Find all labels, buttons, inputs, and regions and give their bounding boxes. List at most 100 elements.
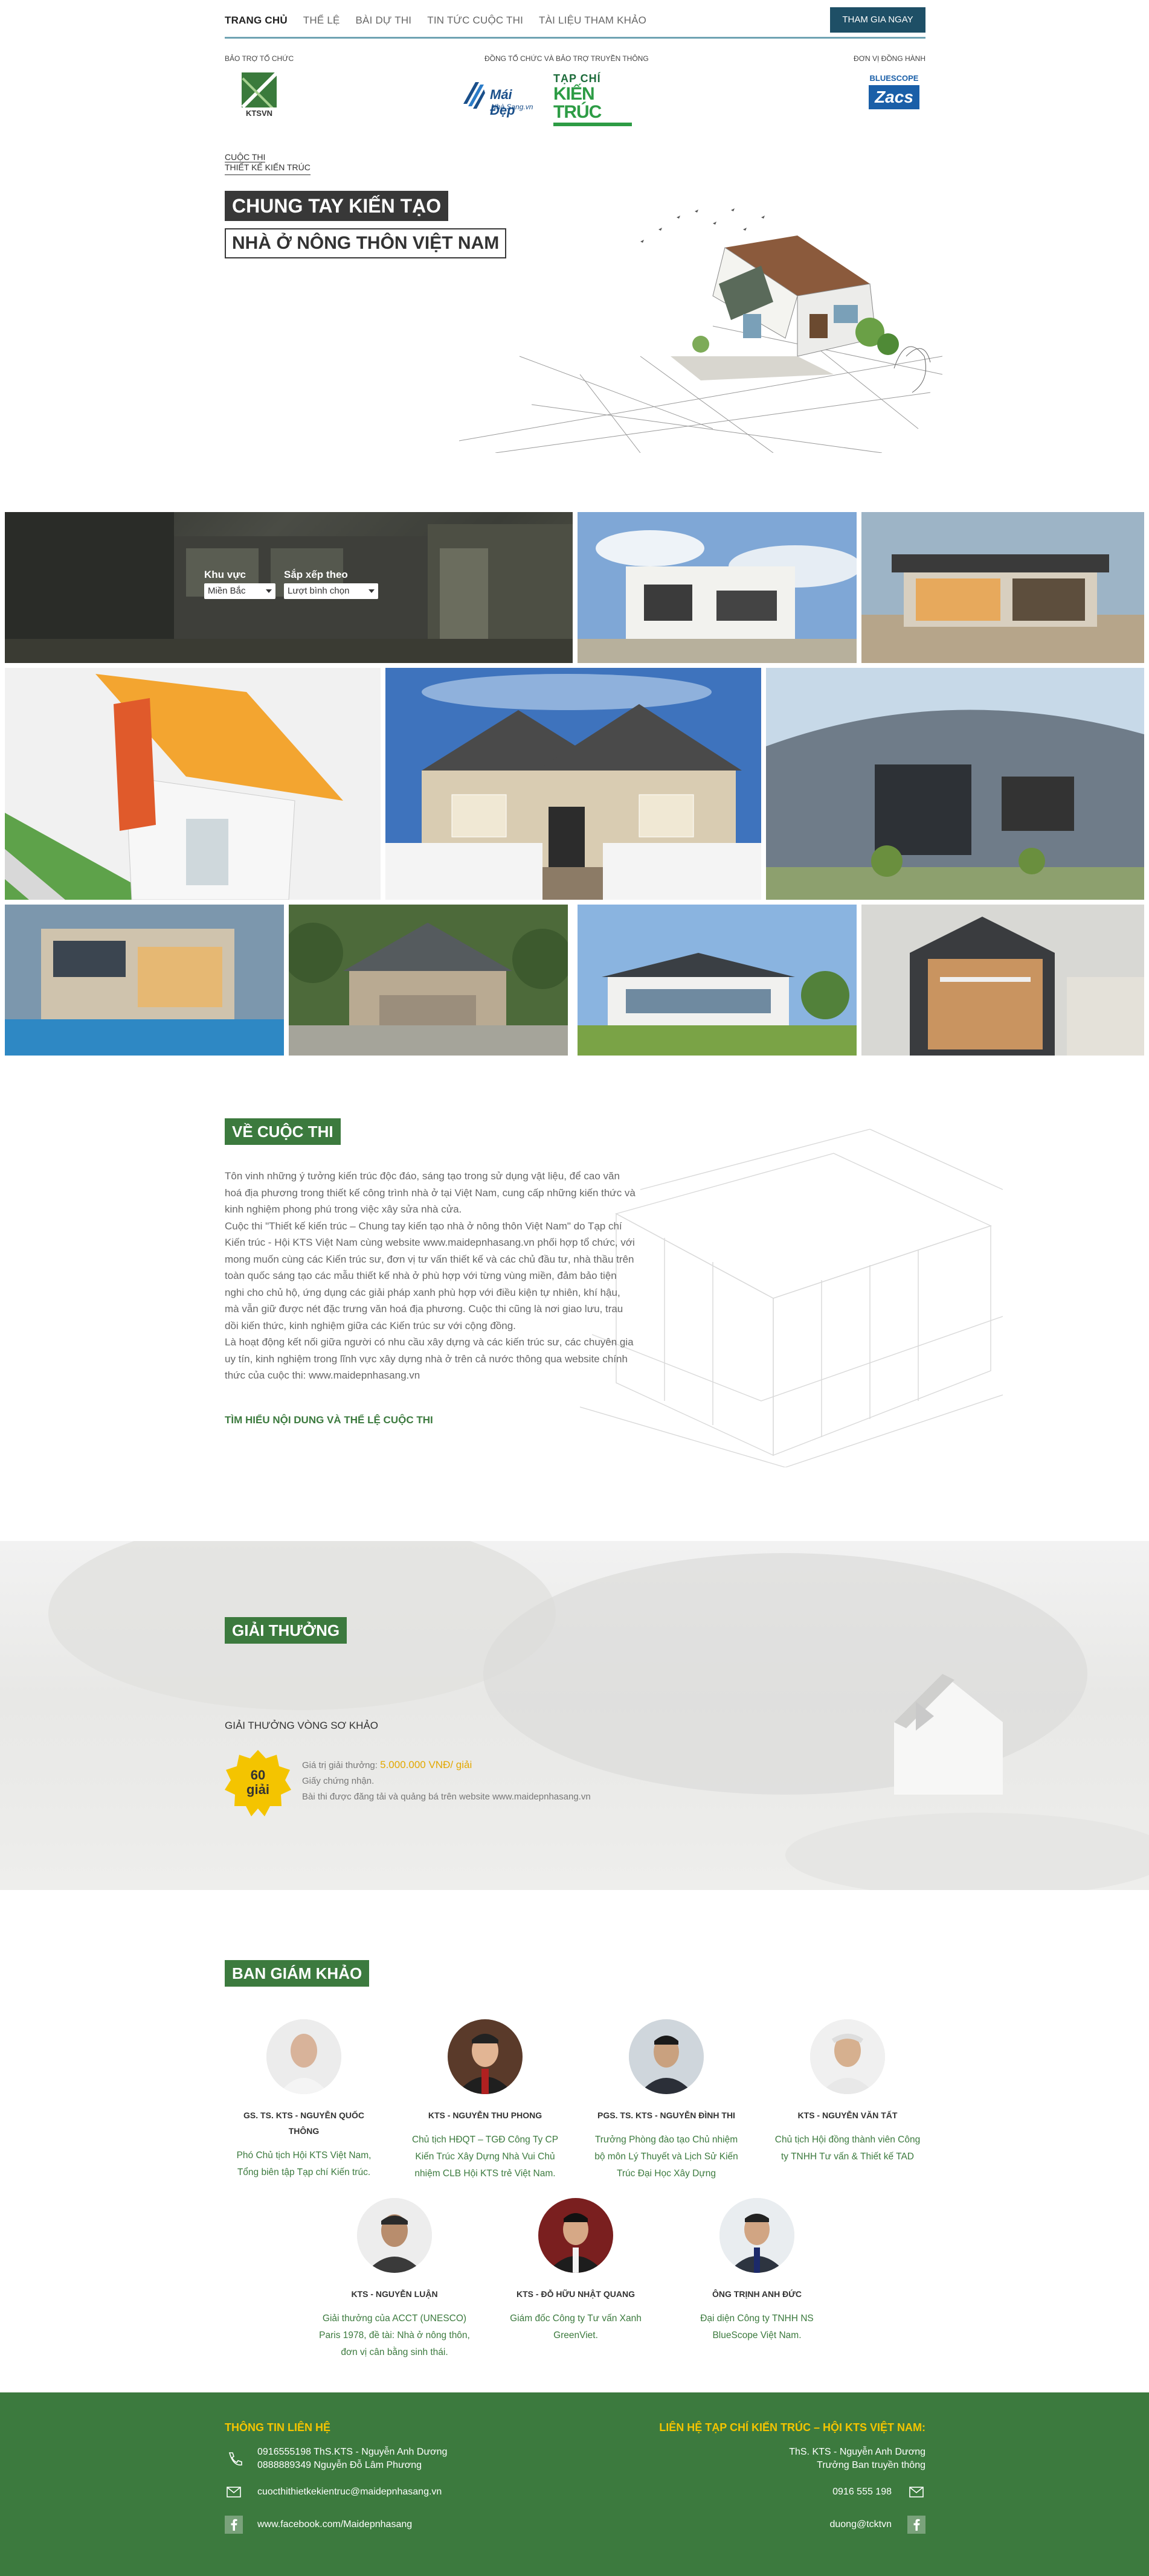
gallery-tile[interactable] [578, 512, 857, 663]
footer-right-person: ThS. KTS - Nguyễn Anh Dương [789, 2447, 925, 2457]
footer-phone[interactable]: 0916555198 ThS.KTS - Nguyễn Anh Dương [257, 2446, 447, 2459]
mail-icon [909, 2487, 924, 2498]
about-title: VỀ CUỘC THI [225, 1118, 341, 1145]
footer-right-title: LIÊN HỆ TẠP CHÍ KIẾN TRÚC – HỘI KTS VIỆT… [659, 2421, 925, 2433]
gallery-tile[interactable] [578, 905, 857, 1056]
about-paragraph: Cuộc thi "Thiết kế kiến trúc – Chung tay… [225, 1220, 635, 1331]
nav-item-news[interactable]: TIN TỨC CUỘC THI [427, 14, 523, 27]
ktsvn-text: KTSVN [245, 109, 273, 118]
judge-name: ÔNG TRỊNH ANH ĐỨC [712, 2289, 802, 2299]
judge-description: Giải thưởng của ACCT (UNESCO) Paris 1978… [319, 2313, 470, 2357]
gallery-tile[interactable] [861, 512, 1144, 663]
footer-email[interactable]: cuocthithietkekientruc@maidepnhasang.vn [257, 2485, 442, 2499]
judge-description: Phó Chủ tịch Hội KTS Việt Nam, Tổng biên… [236, 2150, 372, 2177]
house-image [578, 905, 857, 1056]
zacs-text: Zacs [869, 85, 919, 109]
gallery-tile[interactable] [861, 905, 1144, 1056]
sponsor-label-patron: BẢO TRỢ TỔ CHỨC [225, 54, 294, 63]
award-publish-text: Bài thi được đăng tải và quảng bá trên w… [302, 1792, 591, 1802]
house-image [766, 668, 1144, 900]
footer-right-phone[interactable]: 0916 555 198 [832, 2485, 892, 2499]
hero-subtitle-line2: THIẾT KẾ KIẾN TRÚC [225, 162, 311, 172]
chevron-down-icon [266, 589, 272, 593]
award-round-label: GIẢI THƯỞNG VÒNG SƠ KHẢO [225, 1720, 379, 1731]
gallery-tile[interactable] [289, 905, 568, 1056]
about-paragraph: Là hoạt động kết nối giữa người có nhu c… [225, 1336, 634, 1381]
judge-avatar [629, 2019, 704, 2094]
awards-section: GIẢI THƯỞNG GIẢI THƯỞNG VÒNG SƠ KHẢO 60 … [0, 1541, 1149, 1890]
maidepnhasang-logo[interactable]: Mái Đẹp Nhà Sang.vn [463, 75, 539, 118]
about-section: VỀ CUỘC THI Tôn vinh những ý tưởng kiến … [0, 1081, 1149, 1504]
about-sketch-background [580, 1129, 1003, 1467]
footer-left-title: THÔNG TIN LIÊN HỆ [225, 2421, 330, 2433]
footer-phone[interactable]: 0888889349 Nguyễn Đỗ Lâm Phương [257, 2459, 447, 2472]
judge-avatar [719, 2198, 794, 2273]
learn-more-link[interactable]: TÌM HIỂU NỘI DUNG VÀ THỂ LỆ CUỘC THI [225, 1414, 433, 1426]
nav-item-home[interactable]: TRANG CHỦ [225, 14, 288, 27]
sort-select[interactable]: Lượt bình chọn [284, 583, 378, 599]
award-value-amount: 5.000.000 VNĐ/ giải [380, 1759, 472, 1770]
award-details: Giá trị giải thưởng: 5.000.000 VNĐ/ giải… [302, 1757, 591, 1805]
region-label: Khu vực [204, 569, 246, 580]
hero-title-1: CHUNG TAY KIẾN TẠO [225, 191, 449, 221]
footer-phones: 0916555198 ThS.KTS - Nguyễn Anh Dương 08… [257, 2446, 447, 2472]
judge-avatar [538, 2198, 613, 2273]
bluescope-text: BLUESCOPE [869, 74, 919, 83]
judge-name: KTS - NGUYỄN VĂN TẤT [797, 2110, 898, 2120]
house-image [5, 905, 284, 1056]
kientruc-bar [553, 123, 632, 126]
hero-subtitle: CUỘC THI THIẾT KẾ KIẾN TRÚC [225, 152, 311, 175]
gallery-tile[interactable] [5, 905, 284, 1056]
judge-name: PGS. TS. KTS - NGUYỄN ĐÌNH THI [597, 2110, 735, 2120]
judge-name: GS. TS. KTS - NGUYỄN QUỐC THÔNG [243, 2110, 364, 2136]
sponsor-label-partner: ĐƠN VỊ ĐỒNG HÀNH [854, 54, 925, 63]
awards-title: GIẢI THƯỞNG [225, 1617, 347, 1644]
sort-select-value: Lượt bình chọn [288, 586, 350, 596]
judge-avatar [810, 2019, 885, 2094]
house-image [289, 905, 568, 1056]
judge-card: KTS - NGUYỄN THU PHONG Chủ tịch HĐQT – T… [410, 2019, 561, 2182]
awards-blurred-background [48, 1541, 1149, 1890]
footer-right-email[interactable]: duong@tcktvn [829, 2518, 892, 2531]
nav-bar: TRANG CHỦ THỂ LỆ BÀI DỰ THI TIN TỨC CUỘC… [225, 0, 925, 39]
footer-facebook[interactable]: www.facebook.com/Maidepnhasang [257, 2518, 412, 2531]
nav-item-entries[interactable]: BÀI DỰ THI [356, 14, 412, 27]
bluescope-zacs-logo[interactable]: BLUESCOPE Zacs [863, 74, 925, 117]
facebook-icon [225, 2516, 243, 2534]
award-value-label: Giá trị giải thưởng: [302, 1760, 381, 1770]
about-paragraph: Tôn vinh những ý tưởng kiến trúc độc đáo… [225, 1170, 636, 1215]
ktsvn-mark-icon [242, 72, 277, 107]
judge-avatar [266, 2019, 341, 2094]
judge-avatar [357, 2198, 432, 2273]
carousel-next-icon[interactable] [916, 1702, 934, 1731]
nav-item-references[interactable]: TÀI LIỆU THAM KHẢO [539, 14, 646, 27]
judge-description: Đại diện Công ty TNHH NS BlueScope Việt … [700, 2313, 814, 2341]
nav-menu: TRANG CHỦ THỂ LỆ BÀI DỰ THI TIN TỨC CUỘC… [225, 14, 646, 27]
nav-item-rules[interactable]: THỂ LỆ [303, 14, 340, 27]
footer: THÔNG TIN LIÊN HỆ 0916555198 ThS.KTS - N… [0, 2392, 1149, 2576]
judge-description: Chủ tịch HĐQT – TGĐ Công Ty CP Kiến Trúc… [411, 2135, 559, 2179]
judge-card: KTS - ĐỖ HỮU NHẬT QUANG Giám đốc Công ty… [500, 2198, 651, 2344]
join-now-button[interactable]: THAM GIA NGAY [830, 7, 925, 33]
maidep-subtext: Nhà Sang.vn [491, 103, 533, 111]
judge-card: PGS. TS. KTS - NGUYỄN ĐÌNH THI Trưởng Ph… [591, 2019, 742, 2182]
gallery-tile[interactable] [5, 668, 381, 900]
sponsors-bar: BẢO TRỢ TỔ CHỨC ĐỒNG TỔ CHỨC VÀ BẢO TRỢ … [225, 53, 925, 126]
gallery-tile[interactable] [385, 668, 761, 900]
award-badge-icon [225, 1750, 291, 1816]
ktsvn-logo[interactable]: KTSVN [242, 72, 277, 118]
judge-name: KTS - NGUYỄN THU PHONG [428, 2110, 542, 2120]
tapchi-kientruc-logo[interactable]: TẠP CHÍ KIẾN TRÚC [553, 72, 632, 126]
gallery-feature-tile[interactable]: Khu vực Miền Bắc Sắp xếp theo Lượt bình … [5, 512, 573, 663]
judge-name: KTS - ĐỖ HỮU NHẬT QUANG [517, 2289, 635, 2299]
judge-description: Trưởng Phòng đào tạo Chủ nhiệm bộ môn Lý… [594, 2135, 738, 2179]
judge-description: Chủ tịch Hội đồng thành viên Công ty TNH… [774, 2135, 921, 2162]
kientruc-main-text: KIẾN TRÚC [553, 84, 602, 122]
house-image [578, 512, 857, 663]
hero-subtitle-line1: CUỘC THI [225, 152, 266, 162]
hero-section: CUỘC THI THIẾT KẾ KIẾN TRÚC CHUNG TAY KI… [0, 139, 1149, 453]
region-select[interactable]: Miền Bắc [204, 583, 275, 599]
about-text: Tôn vinh những ý tưởng kiến trúc độc đáo… [225, 1168, 636, 1384]
gallery-tile[interactable] [766, 668, 1144, 900]
sort-label: Sắp xếp theo [284, 569, 348, 580]
